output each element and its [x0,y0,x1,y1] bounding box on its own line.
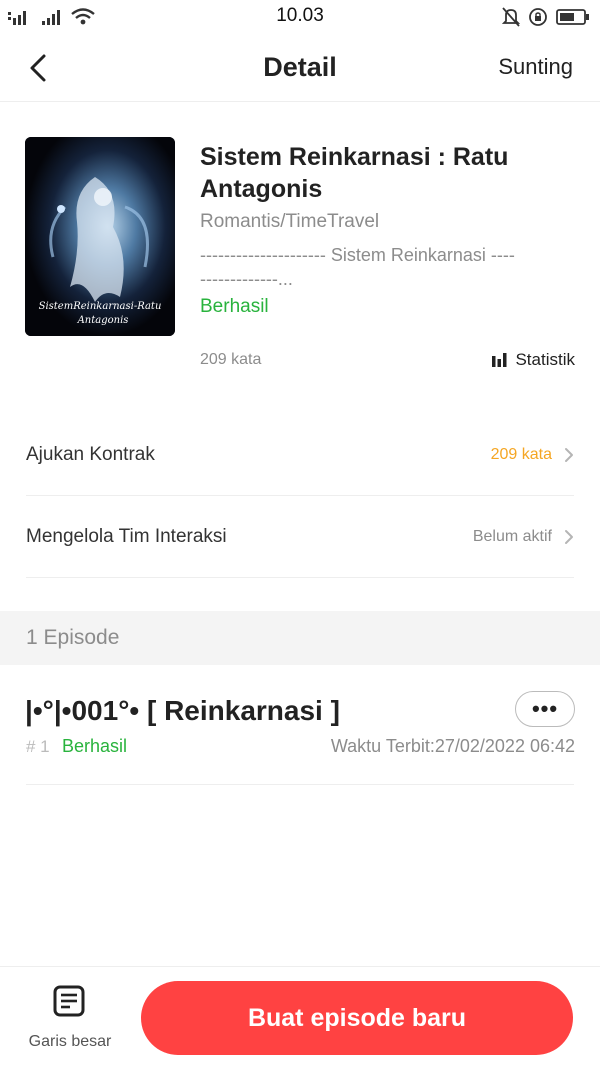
episode-publish-time: Waktu Terbit:27/02/2022 06:42 [330,736,575,756]
book-cover-image[interactable]: SistemReinkarnasi-Ratu Antagonis [25,137,175,336]
team-status: Belum aktif [472,527,552,545]
cover-title-line1: SistemReinkarnasi-Ratu [39,301,162,312]
manage-team-label: Mengelola Tim Interaksi [26,525,227,547]
contract-word-count: 209 kata [490,445,552,463]
episode-title: |•°|•001°• [ Reinkarnasi ] [25,695,340,726]
episode-more-button[interactable]: ••• [515,691,575,727]
submit-contract-label: Ajukan Kontrak [26,443,155,465]
cover-title-line2: Antagonis [77,315,129,326]
cover-artwork: SistemReinkarnasi-Ratu Antagonis [25,137,175,336]
statistics-label: Statistik [515,350,575,369]
edit-button[interactable]: Sunting [498,54,573,80]
battery-icon [556,9,589,25]
episode-number: # 1 [26,737,50,756]
bottom-action-bar: Garis besar Buat episode baru [0,966,600,1067]
submit-contract-row[interactable]: Ajukan Kontrak 209 kata [26,414,574,496]
create-new-episode-button[interactable]: Buat episode baru [141,981,573,1055]
status-bar: 10.03 [0,0,600,34]
lock-rotation-icon [529,8,547,26]
book-title: Sistem Reinkarnasi : Ratu Antagonis [200,143,509,203]
top-navigation-bar: Detail Sunting [0,34,600,102]
outline-label: Garis besar [28,1033,112,1050]
back-button[interactable] [18,48,58,88]
bar-chart-icon [492,353,507,367]
chevron-right-icon [565,447,573,462]
book-status: Berhasil [200,296,269,317]
book-synopsis: --------------------- Sistem Reinkarnasi… [200,245,515,289]
chevron-right-icon [565,529,573,544]
manage-interaction-team-row[interactable]: Mengelola Tim Interaksi Belum aktif [26,496,574,578]
chevron-left-icon [30,54,46,82]
bell-muted-icon [502,7,520,27]
statistics-link[interactable]: Statistik [492,350,575,370]
status-bar-right [502,6,590,28]
document-list-icon [53,985,85,1017]
episodes-section-header: 1 Episode [0,611,600,665]
book-word-count: 209 kata [200,351,262,368]
outline-button[interactable]: Garis besar [20,981,120,1057]
episode-count-label: 1 Episode [26,626,120,649]
episode-status: Berhasil [62,736,128,756]
book-genre: Romantis/TimeTravel [200,211,380,232]
divider [26,784,574,785]
